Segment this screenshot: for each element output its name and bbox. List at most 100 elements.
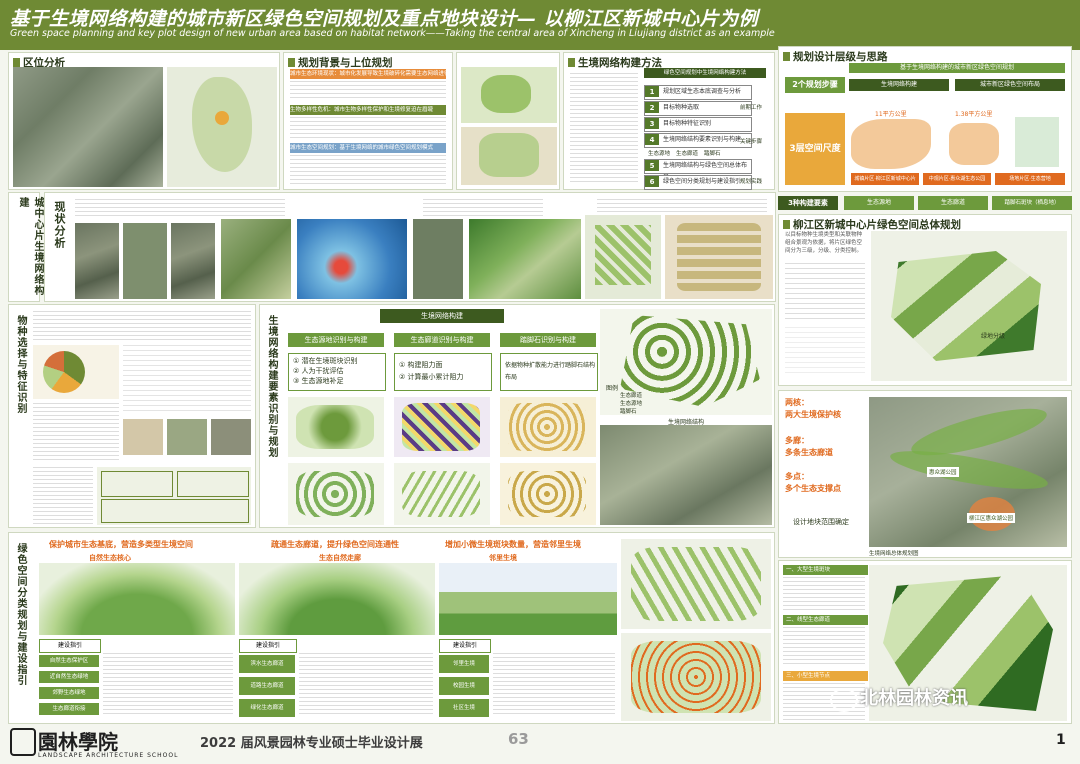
element-1: 生态源地 [844, 196, 914, 210]
map-legend-1: 生态廊道 [620, 393, 643, 399]
method-side-3: 规划实践 [740, 179, 763, 185]
type3-title: 增加小微生境斑块数量，营造邻里生境 [445, 540, 581, 549]
background-line-1: 城市生态环境现状：城市化发展导致生境破碎化需要生态网络进行修复 [290, 69, 446, 79]
overall-text [785, 263, 865, 323]
school-logo-icon [10, 728, 36, 756]
corridors-sub: 多条生态廊道 [785, 448, 833, 457]
scale-shape-a [851, 119, 931, 169]
type3-sub: 邻里生境 [489, 554, 517, 562]
category-3: 三、小型生境节点 [783, 671, 868, 681]
levels-step-a: 生境网络构建 [849, 79, 949, 91]
bird-photo-1 [123, 419, 163, 455]
section-marker [783, 220, 790, 229]
type1-sub: 自然生态核心 [89, 554, 131, 562]
cores-sub: 两大生境保护核 [785, 410, 841, 419]
page-number: 1 [1056, 732, 1066, 748]
section-marker [288, 58, 295, 67]
method-sub-1: 生态源地 [648, 151, 671, 157]
network-col-3: 踏脚石识别与构建 [500, 333, 596, 347]
wechat-icon [830, 688, 858, 712]
scale-name-3: 场地片区·生态营地 [995, 173, 1065, 185]
points-sub: 多个生态支撑点 [785, 484, 841, 493]
text-block [290, 117, 446, 139]
background-panel: 规划背景与上位规划 城市生态环境现状：城市化发展导致生境破碎化需要生态网络进行修… [283, 52, 453, 190]
section-title-levels: 规划设计层级与思路 [793, 51, 888, 63]
structure-panel: 两核： 两大生境保护核 多廊： 多条生态廊道 多点： 多个生态支撑点 设计地块范… [778, 390, 1072, 558]
method-step-3: 3 目标物种特征识别 [644, 117, 752, 132]
status-panel: 现状分析 [44, 192, 776, 302]
overall-plan-panel: 柳江区新城中心片绿色空间总体规划 以目标物种生境类型和关联物种组合景观为依据，将… [778, 214, 1072, 386]
type3-illustration [439, 563, 617, 635]
method-sub-2: 生态廊道 [676, 151, 699, 157]
scale-shape-c [1015, 117, 1059, 167]
page-title: 基于生境网络构建的城市新区绿色空间规划及重点地块设计— 以柳江区新城中心片为例 [10, 8, 759, 30]
school-name: 園林學院 [38, 730, 118, 754]
levels-top-bar: 基于生境网络构建的城市新区绿色空间规划 [849, 63, 1065, 73]
method-step-4: 4 生境网络结构要素识别与构建 [644, 133, 752, 148]
scale-name-1: 城镇片区·柳江区新城中心片 [851, 173, 919, 185]
method-step-6: 6 绿色空间分类规划与建设指引 [644, 175, 752, 190]
element-3: 踏脚石斑块（栖息地） [992, 196, 1072, 210]
background-line-2: 生物多样性危机：城市生物多样性保护和生境修复迫在眉睫 [290, 105, 446, 115]
species-text [33, 403, 119, 463]
network-title: 生境网络构建 [380, 309, 504, 323]
location-aerial-map [13, 67, 163, 187]
status-photo-1 [75, 223, 119, 299]
map-legend-title: 图例 [606, 385, 619, 392]
exhibition-title: 2022 届风景园林专业硕士毕业设计展 [200, 736, 423, 751]
status-text-2 [423, 199, 543, 217]
stepping-map-2 [500, 463, 596, 525]
section-title-green: 绿色空间分类规划与建设指引 [15, 543, 26, 686]
levels-panel: 规划设计层级与思路 基于生境网络构建的城市新区绿色空间规划 2个规划步骤 生境网… [778, 46, 1072, 192]
watermark-text: 北林园林资讯 [860, 688, 968, 709]
upper-plan-map-1 [461, 67, 557, 123]
network-aerial-map [600, 425, 772, 525]
species-table [123, 345, 251, 415]
site-label-1: 惠众湖公园 [927, 467, 959, 477]
type2-sub: 生态自然走廊 [319, 554, 361, 562]
type2-table: 建设指引 滨水生态廊道 道路生态廊道 绿化生态廊道 [239, 639, 435, 721]
corridor-map [394, 463, 490, 525]
site-marker [215, 111, 229, 125]
section-marker [13, 58, 20, 67]
species-chart [33, 345, 119, 399]
method-step-5: 5生境网络结构与绿色空间总体布局 [644, 159, 752, 181]
scale-shape-b [949, 123, 999, 165]
levels-steps-label: 2个规划步骤 [785, 77, 845, 93]
method-panel: 生境网络构建方法 绿色空间规划中生境网络构建方法 1 规划区域生态本底调查与分析 … [563, 52, 775, 190]
status-text-1 [75, 199, 285, 217]
section-title-overall: 柳江区新城中心片绿色空间总体规划 [793, 219, 961, 231]
type-map-1 [621, 539, 771, 629]
type2-title: 疏通生态廊道，提升绿色空间连通性 [271, 540, 399, 549]
resistance-map [394, 397, 490, 457]
section-title-species: 物种选择与特征识别 [15, 315, 26, 414]
network-col-2-box: ① 构建阻力面 ② 计算最小累计阻力 [394, 353, 492, 391]
method-sub-3: 踏脚石 [704, 151, 721, 157]
source-map-2 [288, 463, 384, 525]
type1-illustration [39, 563, 235, 635]
levels-step-b: 城市新区绿色空间布局 [955, 79, 1065, 91]
overall-intro: 以目标物种生境类型和关联物种组合景观为依据，将片区绿色空间分为三级，分级、分类控… [785, 232, 863, 254]
overall-plan-map: 绿地分级 [871, 231, 1067, 381]
structure-caption: 生境网络总体规划图 [869, 551, 919, 557]
element-2: 生态廊道 [918, 196, 988, 210]
network-col-1: 生态源地识别与构建 [288, 333, 384, 347]
category-2: 二、线型生态廊道 [783, 615, 868, 625]
species-text-2 [33, 467, 93, 525]
scale-name-2: 中观片区·惠众湖生态公园 [923, 173, 991, 185]
species-traits-box [97, 467, 251, 525]
footer: 園林學院 LANDSCAPE ARCHITECTURE SCHOOL 2022 … [0, 688, 1080, 764]
levels-scale-label: 3层空间尺度 [785, 113, 845, 185]
method-header: 绿色空间规划中生境网络构建方法 [644, 68, 766, 78]
method-text [570, 73, 638, 185]
green-types-panel: 绿色空间分类规划与建设指引 保护城市生态基底，营造多类型生境空间 自然生态核心 … [8, 532, 775, 724]
network-panel: 生境网络构建要素识别与规划 生境网络构建 生态源地识别与构建 生态廊道识别与构建… [259, 304, 775, 528]
method-step-2: 2 目标物种选取 [644, 101, 752, 116]
species-pie [43, 351, 85, 393]
type3-table: 建设指引 邻里生境 校园生境 社区生境 [439, 639, 617, 721]
page-subtitle: Green space planning and key plot design… [10, 28, 775, 39]
school-name-en: LANDSCAPE ARCHITECTURE SCHOOL [38, 752, 179, 759]
text-block [290, 155, 446, 185]
section-title-status: 现状分析 [53, 201, 66, 249]
type2-illustration [239, 563, 435, 635]
